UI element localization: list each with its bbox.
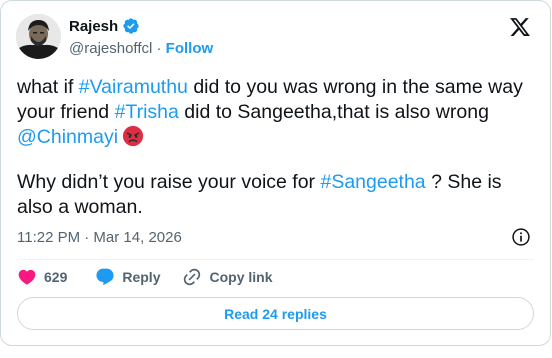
divider	[17, 259, 534, 260]
separator-dot: ·	[156, 40, 162, 57]
author-handle[interactable]: @rajeshoffcl	[69, 40, 152, 57]
text-segment: what if	[17, 76, 79, 98]
avatar[interactable]	[16, 14, 61, 59]
text-segment: did to Sangeetha,that is also wrong	[178, 101, 489, 123]
heart-icon	[18, 269, 36, 285]
tweet-paragraph-1: what if #Vairamuthu did to you was wrong…	[17, 75, 535, 150]
copy-link-label: Copy link	[209, 269, 273, 285]
text-segment: Why didn’t you raise your voice for	[17, 171, 321, 193]
info-icon[interactable]	[511, 227, 531, 247]
like-button[interactable]: 629	[17, 267, 67, 287]
reply-button[interactable]: Reply	[95, 267, 160, 287]
avatar-image	[16, 14, 61, 59]
hashtag-sangeetha-link[interactable]: #Sangeetha	[320, 171, 425, 193]
copy-link-button[interactable]: Copy link	[182, 267, 273, 287]
verified-badge-icon	[123, 18, 139, 34]
tweet-paragraph-2: Why didn’t you raise your voice for #San…	[17, 170, 535, 220]
hashtag-trisha-link[interactable]: #Trisha	[115, 101, 179, 123]
follow-button[interactable]: Follow	[166, 40, 214, 57]
author-name-row[interactable]: Rajesh	[69, 17, 140, 35]
action-bar: 629 Reply Copy link	[17, 267, 297, 287]
tweet-card: Rajesh @rajeshoffcl · Follow what if #Va…	[0, 0, 551, 346]
x-logo-icon[interactable]	[509, 16, 531, 38]
like-count: 629	[44, 269, 68, 285]
author-name[interactable]: Rajesh	[69, 18, 118, 35]
hashtag-vairamuthu-link[interactable]: #Vairamuthu	[79, 76, 188, 98]
reply-label: Reply	[122, 269, 161, 285]
author-handle-row: @rajeshoffcl · Follow	[69, 40, 213, 57]
tweet-text: what if #Vairamuthu did to you was wrong…	[17, 75, 535, 220]
reply-bubble-icon	[96, 268, 114, 286]
angry-face-emoji-icon	[122, 125, 144, 147]
mention-chinmayi-link[interactable]: @Chinmayi	[17, 126, 118, 148]
tweet-timestamp[interactable]: 11:22 PM · Mar 14, 2026	[17, 229, 182, 246]
read-replies-button[interactable]: Read 24 replies	[17, 297, 534, 330]
copy-link-icon	[184, 268, 201, 286]
